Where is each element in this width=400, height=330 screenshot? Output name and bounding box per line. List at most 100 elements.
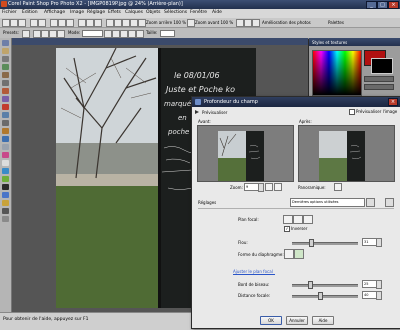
minimize-button[interactable]: _ bbox=[366, 1, 377, 9]
pan-crosshair-icon[interactable] bbox=[334, 183, 342, 191]
antialias-icon[interactable] bbox=[112, 30, 120, 38]
pick-tool-icon[interactable] bbox=[2, 48, 9, 54]
menu-objets[interactable]: Objets bbox=[146, 10, 161, 15]
lighten-darken-tool-icon[interactable] bbox=[2, 152, 9, 158]
layers-icon[interactable] bbox=[106, 19, 114, 27]
preview-image-checkbox[interactable] bbox=[349, 109, 355, 115]
help-button[interactable]: Aide bbox=[312, 316, 334, 325]
move-tool-icon[interactable] bbox=[2, 56, 9, 62]
makeover-tool-icon[interactable] bbox=[2, 112, 9, 118]
focal-plane-rect-icon[interactable] bbox=[283, 215, 293, 224]
zoom-field[interactable]: 9 bbox=[244, 183, 259, 191]
size-field[interactable] bbox=[160, 30, 175, 37]
learning-center-icon[interactable] bbox=[130, 19, 138, 27]
menu-reglage[interactable]: Réglage bbox=[87, 10, 105, 15]
blur-slider-thumb[interactable] bbox=[309, 239, 314, 247]
pattern-toggle[interactable] bbox=[364, 84, 394, 90]
paint-brush-tool-icon[interactable] bbox=[2, 136, 9, 142]
open-file-icon[interactable] bbox=[10, 19, 18, 27]
scratch-remover-tool-icon[interactable] bbox=[2, 128, 9, 134]
zoom-out-icon[interactable] bbox=[138, 19, 146, 27]
edge-blur-spinner[interactable] bbox=[376, 280, 382, 289]
before-preview[interactable] bbox=[197, 125, 294, 182]
focal-distance-field[interactable]: 40 bbox=[362, 291, 377, 299]
preview-toggle-icon[interactable] bbox=[195, 110, 199, 114]
overview-icon[interactable] bbox=[122, 19, 130, 27]
clone-tool-icon[interactable] bbox=[2, 120, 9, 126]
print-icon[interactable] bbox=[86, 19, 94, 27]
menu-image[interactable]: Image bbox=[70, 10, 84, 15]
preset-picker-icon[interactable] bbox=[22, 30, 30, 38]
straighten-icon[interactable] bbox=[58, 19, 66, 27]
depth-field-icon[interactable] bbox=[252, 19, 260, 27]
zoom-in-icon[interactable] bbox=[187, 19, 195, 27]
crop-icon[interactable] bbox=[50, 19, 58, 27]
zoom-out-dialog-icon[interactable] bbox=[274, 183, 282, 191]
color-replacer-tool-icon[interactable] bbox=[2, 176, 9, 182]
selection-tool-icon[interactable] bbox=[2, 64, 9, 70]
zoom-in-dialog-icon[interactable] bbox=[265, 183, 273, 191]
menu-affichage[interactable]: Affichage bbox=[44, 10, 65, 15]
redo-icon[interactable] bbox=[38, 19, 46, 27]
save-preset-icon[interactable] bbox=[366, 198, 375, 207]
perspective-tool-icon[interactable] bbox=[2, 96, 9, 102]
preset-shape-tool-icon[interactable] bbox=[2, 192, 9, 198]
eraser-tool-icon[interactable] bbox=[2, 160, 9, 166]
menu-calques[interactable]: Calques bbox=[125, 10, 143, 15]
aperture-square-icon[interactable] bbox=[294, 249, 304, 259]
color-select-icon[interactable] bbox=[136, 30, 144, 38]
focal-plane-eraser-icon[interactable] bbox=[303, 215, 313, 224]
zoom-in-label[interactable]: Zoom avant 100 % bbox=[195, 20, 233, 25]
invert-selection-icon[interactable] bbox=[120, 30, 128, 38]
red-eye-tool-icon[interactable] bbox=[2, 104, 9, 110]
after-preview[interactable] bbox=[298, 125, 395, 182]
smart-fix-icon[interactable] bbox=[244, 19, 252, 27]
mode-select[interactable] bbox=[82, 30, 103, 37]
blur-field[interactable]: 31 bbox=[362, 238, 377, 246]
invert-checkbox[interactable]: ✓ bbox=[284, 226, 290, 232]
red-eye-icon[interactable] bbox=[66, 19, 74, 27]
reset-icon[interactable] bbox=[385, 198, 394, 207]
selection-intersect-icon[interactable] bbox=[57, 30, 65, 38]
maximize-button[interactable]: □ bbox=[377, 1, 388, 9]
crop-tool-icon[interactable] bbox=[2, 80, 9, 86]
feather-icon[interactable] bbox=[104, 30, 112, 38]
menu-edition[interactable]: Édition bbox=[22, 10, 38, 15]
menu-fichier[interactable]: Fichier bbox=[2, 10, 17, 15]
email-icon[interactable] bbox=[94, 19, 102, 27]
one-step-fix-icon[interactable] bbox=[236, 19, 244, 27]
histogram-icon[interactable] bbox=[114, 19, 122, 27]
background-color-swatch[interactable] bbox=[371, 58, 393, 74]
warp-brush-tool-icon[interactable] bbox=[2, 216, 9, 222]
focal-distance-slider[interactable] bbox=[292, 295, 358, 298]
edge-blur-field[interactable]: 25 bbox=[362, 280, 377, 288]
ok-button[interactable]: OK bbox=[260, 316, 282, 325]
flood-fill-tool-icon[interactable] bbox=[2, 168, 9, 174]
menu-aide[interactable]: Aide bbox=[212, 10, 222, 15]
browser-icon[interactable] bbox=[78, 19, 86, 27]
cancel-button[interactable]: Annuler bbox=[286, 316, 308, 325]
pen-tool-icon[interactable] bbox=[2, 208, 9, 214]
airbrush-tool-icon[interactable] bbox=[2, 144, 9, 150]
dropper-tool-icon[interactable] bbox=[2, 72, 9, 78]
text-tool-icon[interactable] bbox=[2, 184, 9, 190]
selection-add-icon[interactable] bbox=[41, 30, 49, 38]
focal-plane-brush-icon[interactable] bbox=[293, 215, 303, 224]
straighten-tool-icon[interactable] bbox=[2, 88, 9, 94]
menu-fenetre[interactable]: Fenêtre bbox=[190, 10, 207, 15]
zoom-out-label[interactable]: Zoom arrière 100 % bbox=[146, 20, 186, 25]
menu-effets[interactable]: Effets bbox=[108, 10, 121, 15]
selection-rect-icon[interactable] bbox=[33, 30, 41, 38]
pan-tool-icon[interactable] bbox=[2, 40, 9, 46]
palettes-menu[interactable]: Palettes bbox=[328, 20, 344, 25]
color-picker-swatch[interactable] bbox=[312, 50, 362, 96]
dialog-close-button[interactable]: × bbox=[388, 98, 398, 106]
blur-slider[interactable] bbox=[292, 242, 358, 245]
close-button[interactable]: × bbox=[388, 1, 399, 9]
rectangle-tool-icon[interactable] bbox=[2, 200, 9, 206]
menu-selections[interactable]: Sélections bbox=[164, 10, 187, 15]
edge-blur-slider[interactable] bbox=[292, 284, 358, 287]
focal-distance-spinner[interactable] bbox=[376, 291, 382, 300]
edge-blur-slider-thumb[interactable] bbox=[308, 281, 313, 289]
settings-select[interactable]: Dernières options utilisées bbox=[290, 198, 365, 207]
